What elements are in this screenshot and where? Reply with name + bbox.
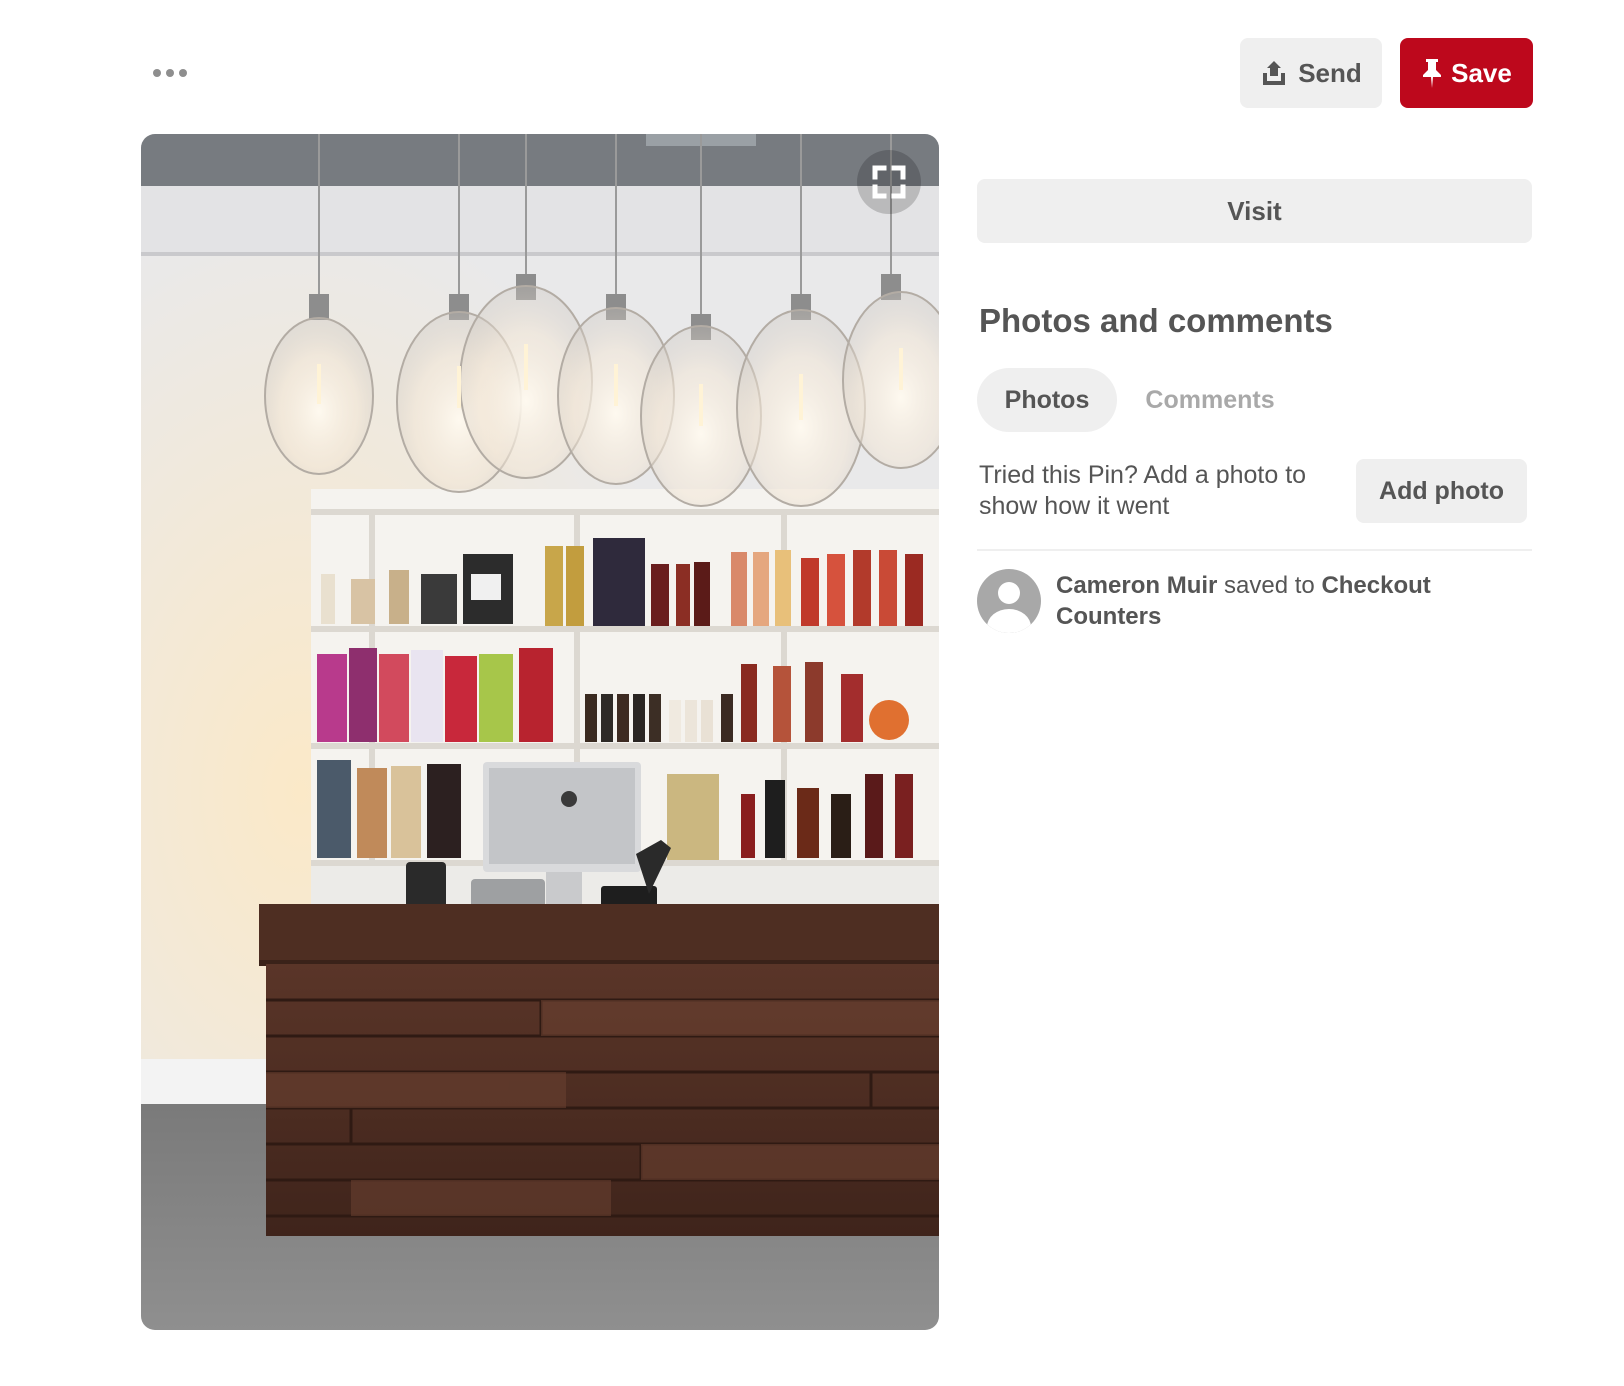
tab-photos[interactable]: Photos [977,368,1117,432]
visit-button[interactable]: Visit [977,179,1532,243]
pin-closeup-page: Send Save Visit Photos and comments Phot… [0,0,1624,1386]
activity-verb: saved to [1224,572,1315,599]
share-upload-icon [1263,61,1286,85]
send-button[interactable]: Send [1240,38,1382,108]
section-title: Photos and comments [979,302,1333,339]
expand-fullscreen-icon [872,165,906,199]
default-user-icon [977,569,1041,633]
avatar[interactable] [977,569,1041,633]
tab-comments[interactable]: Comments [1135,368,1285,432]
save-activity: Cameron Muir saved to Checkout Counters [1056,570,1476,632]
checkout-counter-photo [141,134,939,1330]
add-photo-button[interactable]: Add photo [1356,459,1527,523]
tried-pin-prompt: Tried this Pin? Add a photo to show how … [979,461,1307,520]
ellipsis-icon [153,69,187,77]
send-label: Send [1298,57,1362,88]
activity-user-name[interactable]: Cameron Muir [1056,572,1217,599]
more-options-button[interactable] [150,58,190,88]
pushpin-icon [1423,59,1442,88]
expand-button[interactable] [857,150,921,214]
save-label: Save [1451,57,1512,88]
divider [977,549,1532,551]
pin-image[interactable] [141,134,939,1330]
save-button[interactable]: Save [1400,38,1533,108]
